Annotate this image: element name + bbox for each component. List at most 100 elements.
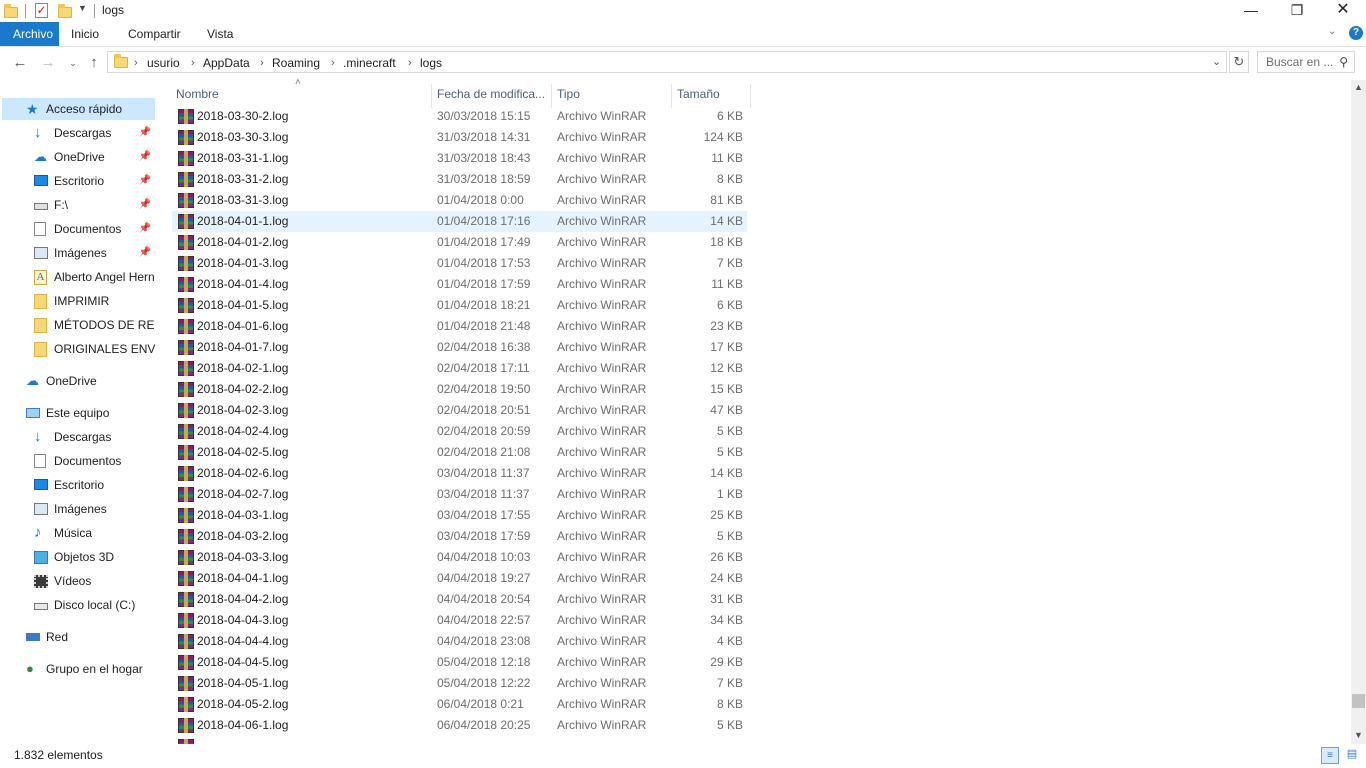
chevron-right-icon[interactable]: › (134, 55, 138, 71)
nav-network[interactable]: Red (2, 626, 155, 648)
file-row[interactable]: 2018-03-30-2.log 30/03/2018 15:15 Archivo … (172, 106, 747, 127)
scrollbar-thumb[interactable] (1352, 694, 1365, 708)
breadcrumb-roaming[interactable]: Roaming (272, 55, 320, 71)
nav-pc-item[interactable]: ♪ Música (2, 522, 155, 544)
expand-ribbon-icon[interactable]: ⌄ (1328, 26, 1336, 37)
file-row[interactable]: 2018-04-04-3.log 04/04/2018 22:57 Archivo … (172, 610, 747, 631)
scroll-down-icon[interactable]: ▼ (1354, 730, 1363, 740)
pin-icon[interactable]: 📌 (139, 170, 151, 192)
nav-quick-item[interactable]: MÉTODOS DE RELA (2, 314, 155, 336)
address-dropdown-icon[interactable]: ⌄ (1212, 55, 1221, 68)
customize-quick-access-icon[interactable]: ▼ (78, 3, 87, 13)
column-header-date[interactable]: Fecha de modifica... (437, 84, 545, 104)
column-divider[interactable] (671, 84, 672, 108)
minimize-button[interactable]: — (1228, 0, 1274, 22)
breadcrumb-appdata[interactable]: AppData (203, 55, 250, 71)
tab-compartir[interactable]: Compartir (115, 22, 194, 46)
file-row[interactable]: 2018-04-02-4.log 02/04/2018 20:59 Archivo … (172, 421, 747, 442)
nav-quick-item[interactable]: Documentos 📌 (2, 218, 155, 240)
file-row[interactable]: 2018-03-31-3.log 01/04/2018 0:00 Archivo W… (172, 190, 747, 211)
column-divider[interactable] (551, 84, 552, 108)
file-row[interactable]: 2018-04-04-2.log 04/04/2018 20:54 Archivo … (172, 589, 747, 610)
large-icons-view-icon[interactable]: ▤ (1343, 747, 1361, 764)
breadcrumb-logs[interactable]: logs (420, 55, 442, 71)
file-row[interactable]: 2018-04-06-1.log 06/04/2018 20:25 Archivo … (172, 715, 747, 736)
close-button[interactable]: ✕ (1320, 0, 1366, 22)
chevron-right-icon[interactable]: › (260, 55, 264, 71)
recent-locations-button[interactable]: ⌄ (63, 54, 83, 72)
nav-pc-item[interactable]: Disco local (C:) (2, 594, 155, 616)
tab-inicio[interactable]: Inicio (58, 22, 112, 46)
nav-quick-access[interactable]: ★ Acceso rápido (2, 98, 155, 120)
file-row[interactable]: 2018-04-02-2.log 02/04/2018 19:50 Archivo … (172, 379, 747, 400)
nav-homegroup[interactable]: ● Grupo en el hogar (2, 658, 155, 680)
file-row[interactable]: 2018-04-03-2.log 03/04/2018 17:59 Archivo … (172, 526, 747, 547)
nav-pc-item[interactable]: Objetos 3D (2, 546, 155, 568)
nav-pc-item[interactable]: Vídeos (2, 570, 155, 592)
file-row[interactable]: 2018-04-01-7.log 02/04/2018 16:38 Archivo … (172, 337, 747, 358)
breadcrumb-minecraft[interactable]: .minecraft (343, 55, 396, 71)
column-divider[interactable] (750, 84, 751, 108)
scroll-up-icon[interactable]: ▲ (1354, 82, 1363, 92)
file-row[interactable]: 2018-04-01-3.log 01/04/2018 17:53 Archivo … (172, 253, 747, 274)
pin-icon[interactable]: 📌 (139, 146, 151, 168)
file-row[interactable]: 2018-04-01-1.log 01/04/2018 17:16 Archivo … (172, 211, 747, 232)
breadcrumb-usurio[interactable]: usurio (147, 55, 180, 71)
column-divider[interactable] (431, 84, 432, 108)
chevron-right-icon[interactable]: › (191, 55, 195, 71)
nav-quick-item[interactable]: ORIGINALES ENVIA (2, 338, 155, 360)
chevron-right-icon[interactable]: › (408, 55, 412, 71)
nav-quick-item[interactable]: ☁ OneDrive 📌 (2, 146, 155, 168)
nav-pc-item[interactable]: ↓ Descargas (2, 426, 155, 448)
new-folder-icon[interactable] (58, 4, 72, 18)
address-bar[interactable]: › usurio › AppData › Roaming › .minecraf… (107, 51, 1227, 73)
up-button[interactable]: ↑ (84, 54, 104, 72)
nav-pc-item[interactable]: Escritorio (2, 474, 155, 496)
nav-quick-item[interactable]: IMPRIMIR (2, 290, 155, 312)
forward-button[interactable]: → (38, 54, 58, 72)
file-row[interactable]: 2018-04-04-1.log 04/04/2018 19:27 Archivo … (172, 568, 747, 589)
nav-quick-item[interactable]: ↓ Descargas 📌 (2, 122, 155, 144)
file-row[interactable]: 2018-04-03-3.log 04/04/2018 10:03 Archivo … (172, 547, 747, 568)
chevron-right-icon[interactable]: › (331, 55, 335, 71)
file-row[interactable]: 2018-04-02-1.log 02/04/2018 17:11 Archivo … (172, 358, 747, 379)
file-row[interactable]: 2018-03-30-3.log 31/03/2018 14:31 Archivo … (172, 127, 747, 148)
file-row[interactable]: 2018-04-02-7.log 03/04/2018 11:37 Archivo … (172, 484, 747, 505)
search-input[interactable]: Buscar en ... ⚲ (1257, 51, 1355, 73)
file-row[interactable]: 2018-03-31-1.log 31/03/2018 18:43 Archivo … (172, 148, 747, 169)
file-row[interactable]: 2018-04-02-5.log 02/04/2018 21:08 Archivo … (172, 442, 747, 463)
properties-icon[interactable]: ✓ (35, 3, 48, 18)
column-header-name[interactable]: Nombre (176, 84, 219, 104)
back-button[interactable]: ← (10, 54, 30, 72)
file-row[interactable]: 2018-04-02-3.log 02/04/2018 20:51 Archivo … (172, 400, 747, 421)
vertical-scrollbar[interactable]: ▲ ▼ (1351, 80, 1366, 744)
help-icon[interactable]: ? (1349, 26, 1363, 40)
file-row[interactable]: 2018-04-01-2.log 01/04/2018 17:49 Archivo … (172, 232, 747, 253)
tab-archivo[interactable]: Archivo (0, 22, 59, 46)
file-row[interactable]: 2018-04-03-1.log 03/04/2018 17:55 Archivo … (172, 505, 747, 526)
file-row[interactable]: 2018-04-05-2.log 06/04/2018 0:21 Archivo W… (172, 694, 747, 715)
nav-quick-item[interactable]: Escritorio 📌 (2, 170, 155, 192)
nav-this-pc[interactable]: Este equipo (2, 402, 155, 424)
file-row[interactable]: 2018-04-04-5.log 05/04/2018 12:18 Archivo … (172, 652, 747, 673)
pin-icon[interactable]: 📌 (139, 242, 151, 264)
file-row[interactable]: 2018-04-02-6.log 03/04/2018 11:37 Archivo … (172, 463, 747, 484)
details-view-icon[interactable]: ≡ (1321, 747, 1339, 764)
nav-pc-item[interactable]: Imágenes (2, 498, 155, 520)
file-row[interactable]: 2018-04-01-4.log 01/04/2018 17:59 Archivo … (172, 274, 747, 295)
file-row[interactable]: 2018-04-05-1.log 05/04/2018 12:22 Archivo … (172, 673, 747, 694)
pin-icon[interactable]: 📌 (139, 194, 151, 216)
file-row[interactable]: 2018-04-01-6.log 01/04/2018 21:48 Archivo … (172, 316, 747, 337)
nav-onedrive[interactable]: ☁ OneDrive (2, 370, 155, 392)
restore-button[interactable]: ❐ (1274, 0, 1320, 22)
nav-quick-item[interactable]: F:\ 📌 (2, 194, 155, 216)
nav-quick-item[interactable]: A Alberto Angel Hern (2, 266, 155, 288)
nav-quick-item[interactable]: Imágenes 📌 (2, 242, 155, 264)
nav-pc-item[interactable]: Documentos (2, 450, 155, 472)
pin-icon[interactable]: 📌 (139, 122, 151, 144)
pin-icon[interactable]: 📌 (139, 218, 151, 240)
tab-vista[interactable]: Vista (194, 22, 246, 46)
file-row[interactable]: 2018-03-31-2.log 31/03/2018 18:59 Archivo … (172, 169, 747, 190)
file-row[interactable]: 2018-04-01-5.log 01/04/2018 18:21 Archivo … (172, 295, 747, 316)
column-header-type[interactable]: Tipo (557, 84, 580, 104)
